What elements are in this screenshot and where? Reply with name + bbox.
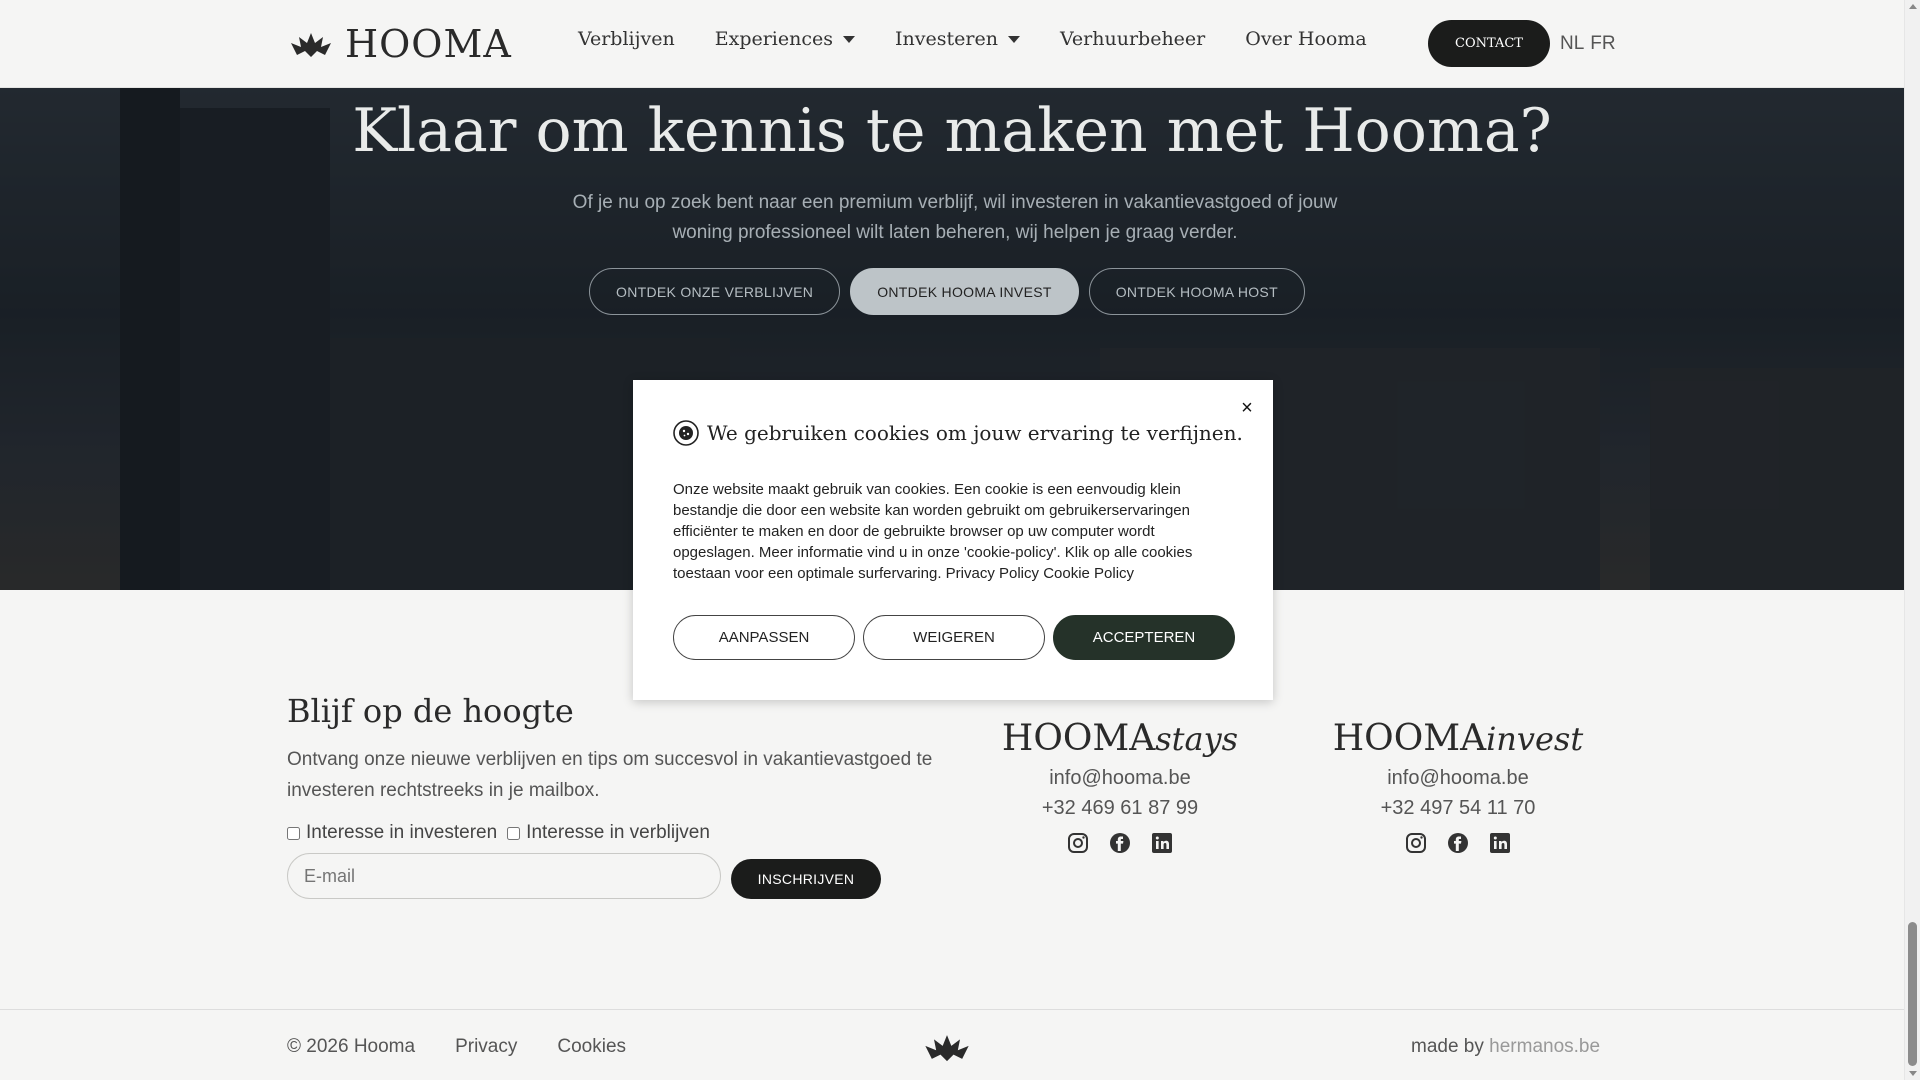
cookies-link[interactable]: Cookies	[557, 1036, 626, 1058]
stays-phone[interactable]: +32 469 61 87 99	[970, 793, 1270, 823]
scroll-up-icon[interactable]	[1909, 4, 1917, 9]
close-icon[interactable]: ×	[1237, 398, 1257, 418]
hero-title: Klaar om kennis te maken met Hooma?	[352, 96, 1552, 166]
invest-socials	[1308, 831, 1608, 855]
hero-subtitle: Of je nu op zoek bent naar een premium v…	[572, 192, 1338, 243]
nav-experiences[interactable]: Experiences	[714, 28, 856, 50]
page-scrollbar[interactable]	[1904, 0, 1920, 1080]
lang-nl-link[interactable]: NL	[1560, 33, 1584, 55]
bird-logo-icon	[291, 33, 331, 57]
facebook-icon[interactable]	[1108, 831, 1132, 855]
subscribe-button[interactable]: INSCHRIJVEN	[731, 859, 881, 899]
nav-over-hooma[interactable]: Over Hooma	[1245, 28, 1366, 50]
cookie-dialog-body: Onze website maakt gebruik van cookies. …	[673, 479, 1238, 584]
copyright: © 2026 Hooma	[287, 1036, 416, 1057]
invest-email[interactable]: info@hooma.be	[1308, 763, 1608, 793]
caret-down-icon	[843, 35, 856, 43]
made-by: made by hermanos.be	[1411, 1036, 1600, 1058]
interest-invest-checkbox[interactable]	[287, 826, 300, 840]
email-input[interactable]	[287, 853, 721, 899]
instagram-icon[interactable]	[1066, 831, 1090, 855]
cookie-dialog-header: We gebruiken cookies om jouw ervaring te…	[673, 420, 1243, 446]
hooma-logo[interactable]: HOOMA	[287, 22, 512, 66]
contact-button[interactable]: CONTACT	[1428, 20, 1550, 67]
hermanos-link[interactable]: hermanos.be	[1489, 1036, 1600, 1057]
hooma-stays-logo[interactable]: HOOMAstays	[970, 718, 1270, 759]
interest-stay-checkbox[interactable]	[507, 826, 521, 840]
caret-down-icon	[1007, 35, 1020, 43]
footer-links: © 2026 Hooma Privacy Cookies	[287, 1036, 626, 1058]
discover-host-button[interactable]: ONTDEK HOOMA HOST	[1088, 268, 1305, 315]
scrollbar-thumb[interactable]	[1908, 922, 1917, 1066]
cookie-icon	[673, 420, 699, 446]
brand-stays: HOOMAstays info@hooma.be +32 469 61 87 9…	[970, 718, 1270, 855]
nav-verhuurbeheer[interactable]: Verhuurbeheer	[1060, 28, 1205, 50]
customize-button[interactable]: AANPASSEN	[673, 615, 855, 660]
linkedin-icon[interactable]	[1488, 831, 1512, 855]
nav-verblijven[interactable]: Verblijven	[578, 28, 675, 50]
newsletter-title: Blijf op de hoogte	[287, 692, 574, 730]
nav-label: Verhuurbeheer	[1059, 28, 1206, 50]
site-footer: © 2026 Hooma Privacy Cookies made by her…	[0, 1009, 1904, 1080]
newsletter-interests: Interesse in investeren Interesse in ver…	[287, 822, 710, 844]
checkbox-label: Interesse in investeren	[306, 822, 498, 843]
privacy-link[interactable]: Privacy	[455, 1036, 517, 1058]
brand-name: HOOMA	[1332, 718, 1487, 759]
brand-suffix: stays	[1155, 720, 1239, 758]
made-by-label: made by	[1411, 1036, 1484, 1057]
interest-stay-option[interactable]: Interesse in verblijven	[507, 822, 710, 844]
nav-label: Experiences	[714, 28, 834, 50]
hooma-invest-logo[interactable]: HOOMAinvest	[1308, 718, 1608, 759]
instagram-icon[interactable]	[1404, 831, 1428, 855]
stays-email[interactable]: info@hooma.be	[970, 763, 1270, 793]
language-switcher: NL FR	[1560, 33, 1616, 55]
invest-phone[interactable]: +32 497 54 11 70	[1308, 793, 1608, 823]
brand-suffix: invest	[1486, 720, 1584, 758]
accept-button[interactable]: ACCEPTEREN	[1053, 615, 1235, 660]
main-nav: Verblijven Experiences Investeren Verhuu…	[578, 28, 1407, 50]
cookie-policy-link[interactable]: Cookie Policy	[1043, 565, 1134, 582]
nav-investeren[interactable]: Investeren	[895, 28, 1020, 50]
cookie-dialog-buttons: AANPASSEN WEIGEREN ACCEPTEREN	[673, 615, 1235, 660]
facebook-icon[interactable]	[1446, 831, 1470, 855]
nav-label: Over Hooma	[1245, 28, 1367, 50]
cookie-dialog-title: We gebruiken cookies om jouw ervaring te…	[707, 421, 1243, 445]
newsletter-text: Ontvang onze nieuwe verblijven en tips o…	[287, 749, 933, 801]
brand-invest: HOOMAinvest info@hooma.be +32 497 54 11 …	[1308, 718, 1608, 855]
bird-logo-icon	[925, 1035, 969, 1062]
refuse-button[interactable]: WEIGEREN	[863, 615, 1045, 660]
checkbox-label: Interesse in verblijven	[526, 822, 710, 843]
scroll-down-icon[interactable]	[1909, 1071, 1917, 1076]
discover-invest-button[interactable]: ONTDEK HOOMA INVEST	[850, 268, 1079, 315]
site-header: HOOMA Verblijven Experiences Investeren …	[0, 0, 1904, 88]
cookie-consent-dialog: × We gebruiken cookies om jouw ervaring …	[633, 380, 1273, 700]
linkedin-icon[interactable]	[1150, 831, 1174, 855]
nav-label: Investeren	[895, 28, 998, 50]
brand-name: HOOMA	[1001, 718, 1156, 759]
logo-text: HOOMA	[345, 22, 512, 66]
stays-socials	[970, 831, 1270, 855]
discover-stays-button[interactable]: ONTDEK ONZE VERBLIJVEN	[589, 268, 841, 315]
hero-buttons: ONTDEK ONZE VERBLIJVEN ONTDEK HOOMA INVE…	[589, 268, 1305, 315]
interest-invest-option[interactable]: Interesse in investeren	[287, 822, 497, 844]
nav-label: Verblijven	[578, 28, 675, 50]
privacy-policy-link[interactable]: Privacy Policy	[946, 565, 1039, 582]
lang-fr-link[interactable]: FR	[1590, 33, 1615, 55]
